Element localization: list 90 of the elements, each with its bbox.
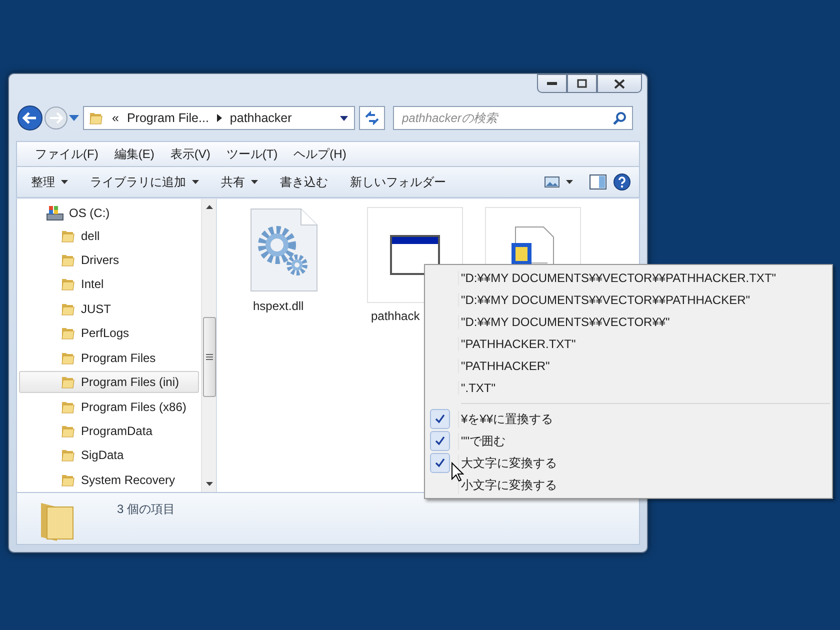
search-field[interactable]: pathhackerの検索 [393, 106, 633, 130]
tree-label[interactable]: Intel [81, 277, 104, 292]
file-name[interactable]: hspext.dll [249, 299, 304, 313]
maximize-icon[interactable] [577, 79, 587, 88]
folder-icon [60, 447, 76, 464]
menu-item[interactable]: 表示(V) [164, 144, 216, 164]
scroll-up-icon[interactable] [206, 205, 212, 209]
caret-icon [192, 180, 199, 184]
drive-icon [46, 205, 64, 222]
tree-label[interactable]: ProgramData [81, 424, 152, 438]
address-bar[interactable]: « Program File... pathhacker [83, 106, 355, 130]
tree-item[interactable]: System Recovery [19, 468, 199, 492]
tree-label[interactable]: Program Files (x86) [81, 400, 186, 414]
refresh-icon[interactable] [364, 111, 380, 125]
close-icon[interactable] [614, 78, 625, 88]
minimize-button[interactable] [537, 74, 567, 93]
menu-item[interactable]: ヘルプ(H) [288, 144, 352, 164]
refresh-button[interactable] [359, 106, 385, 130]
tree-label[interactable]: Program Files [81, 350, 156, 365]
check-icon [435, 414, 445, 424]
settings-file-icon [249, 207, 319, 293]
history-dropdown-icon[interactable] [69, 115, 79, 121]
folder-icon [88, 110, 104, 126]
caret-icon [251, 180, 258, 184]
menu-item[interactable]: ツール(T) [220, 144, 284, 164]
dropdown-icon[interactable] [340, 116, 348, 120]
scroll-down-icon[interactable] [206, 482, 212, 486]
program-window-icon [390, 235, 440, 275]
tree-item[interactable]: Program Files [19, 346, 199, 369]
tree-label[interactable]: System Recovery [81, 472, 176, 487]
breadcrumb[interactable]: pathhacker [230, 111, 292, 125]
tree-label[interactable]: PerfLogs [81, 326, 130, 340]
tree-item[interactable]: OS (C:) [17, 203, 201, 224]
picture-icon[interactable] [544, 176, 560, 188]
tree-item[interactable]: SigData [19, 444, 199, 467]
file-name[interactable]: pathhack [367, 309, 420, 323]
toolbar-button[interactable]: ライブラリに追加 [84, 170, 205, 194]
toolbar-button[interactable]: 書き込む [274, 170, 334, 194]
search-icon[interactable] [613, 111, 627, 125]
menu-item[interactable]: ファイル(F) [29, 144, 104, 164]
tree-item[interactable]: Program Files (x86) [19, 395, 199, 418]
folder-icon [60, 325, 76, 342]
tree-item[interactable]: ProgramData [19, 420, 199, 442]
tree-label[interactable]: Drivers [81, 253, 119, 268]
tree-item[interactable]: Program Files (ini) [19, 370, 199, 394]
tree-item[interactable]: Intel [19, 273, 199, 296]
maximize-button[interactable] [567, 74, 597, 93]
menu-item[interactable]: "D:¥¥MY DOCUMENTS¥¥VECTOR¥¥PATHHACKER.TXT" [427, 267, 830, 289]
folder-icon [60, 374, 76, 390]
tree-item[interactable]: PerfLogs [19, 322, 199, 345]
menu-item[interactable]: "D:¥¥MY DOCUMENTS¥¥VECTOR¥¥" [427, 311, 830, 333]
toolbar-button[interactable]: 共有 [215, 170, 264, 194]
menu-item[interactable]: ¥を¥¥に置換する [427, 408, 830, 430]
menu-item[interactable]: ".TXT" [427, 377, 830, 399]
help-icon[interactable] [613, 173, 631, 191]
back-icon[interactable] [17, 105, 43, 131]
checkmark[interactable] [430, 431, 450, 451]
toolbar-button[interactable]: 新しいフォルダー [344, 170, 452, 194]
close-button[interactable] [597, 74, 642, 93]
checkmark[interactable] [430, 409, 450, 429]
grip-icon [206, 354, 212, 360]
item-count: 3 個の項目 [117, 501, 176, 518]
tree-item[interactable]: Drivers [19, 248, 199, 272]
check-icon [435, 458, 445, 468]
menu-item[interactable]: 編集(E) [108, 144, 160, 164]
scrollbar-thumb[interactable] [202, 317, 216, 397]
tree-label[interactable]: OS (C:) [69, 206, 110, 220]
caret-icon [61, 180, 68, 184]
menu-item[interactable]: "D:¥¥MY DOCUMENTS¥¥VECTOR¥¥PATHHACKER" [427, 289, 830, 311]
tree-label[interactable]: dell [81, 228, 100, 243]
caret-icon [566, 180, 573, 184]
tree-item[interactable]: JUST [19, 298, 199, 320]
preview-pane-icon[interactable] [589, 174, 607, 190]
tree-label[interactable]: Program Files (ini) [81, 375, 180, 390]
checkmark[interactable] [430, 453, 450, 473]
menu-item[interactable]: "PATHHACKER.TXT" [427, 333, 830, 355]
folder-icon [60, 423, 76, 439]
scrollbar[interactable] [201, 199, 216, 492]
folder-icon [60, 276, 76, 292]
breadcrumb[interactable]: Program File... [126, 111, 209, 125]
menu-item[interactable]: "PATHHACKER" [427, 355, 830, 377]
toolbar-button[interactable]: 整理 [25, 170, 74, 194]
check-icon [435, 436, 445, 446]
tree-label[interactable]: JUST [81, 302, 111, 316]
tree-item[interactable]: dell [19, 224, 199, 247]
menu-item[interactable]: ""で囲む [427, 430, 830, 452]
overflow-chevron[interactable]: « [112, 111, 119, 125]
tree-label[interactable]: SigData [81, 448, 124, 462]
separator-arrow-icon[interactable] [216, 114, 222, 122]
folder-icon [60, 252, 76, 268]
